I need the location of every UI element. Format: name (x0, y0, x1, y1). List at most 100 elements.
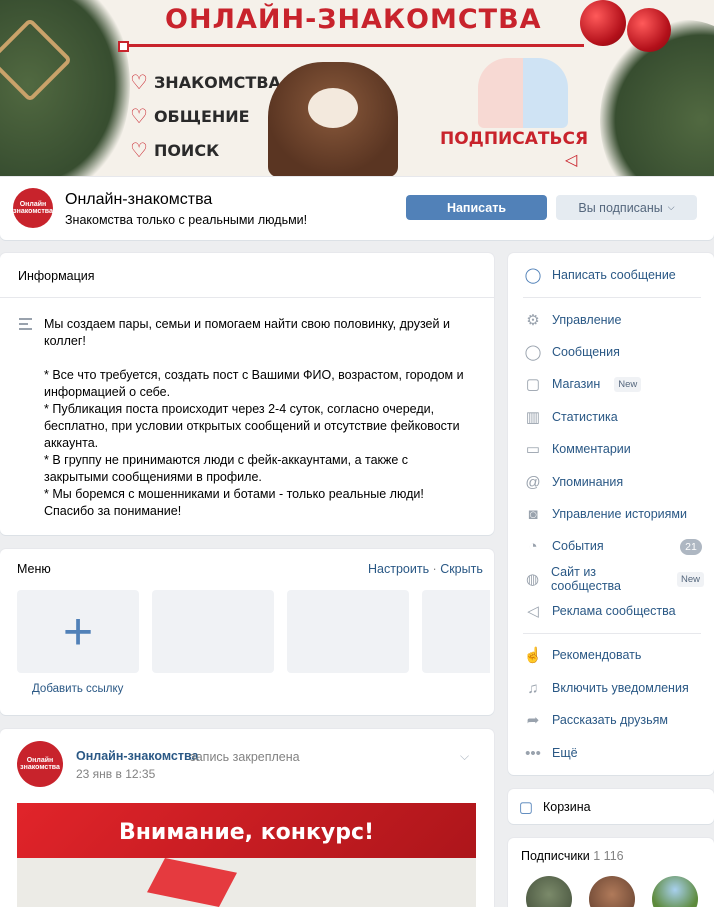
nav-notifications[interactable]: ♫ Включить уведомления (524, 677, 704, 699)
group-name: Онлайн-знакомства (65, 191, 213, 208)
cover-feature: ♡ ОБЩЕНИЕ (130, 104, 250, 128)
menu-actions: Настроить · Скрыть (368, 562, 483, 576)
heart-icon: ♡ (130, 70, 148, 94)
post-date[interactable]: 23 янв в 12:35 (76, 767, 155, 781)
menu-separator: · (429, 562, 441, 576)
post-author-avatar[interactable]: Онлайн знакомства (17, 741, 63, 787)
subscribed-button[interactable]: Вы подписаны ⌵ (556, 195, 697, 220)
couple-illustration (478, 58, 568, 128)
new-badge: New (676, 571, 704, 587)
nav-label: Статистика (552, 410, 618, 424)
post-author[interactable]: Онлайн-знакомства (76, 749, 198, 763)
nav-label: Управление историями (552, 507, 688, 521)
divider (523, 297, 701, 298)
chevron-down-icon[interactable]: ⌵ (460, 749, 469, 764)
speech-bubble-icon: ◯ (524, 267, 542, 284)
menu-configure-link[interactable]: Настроить (368, 562, 429, 576)
nav-label: Рекомендовать (552, 648, 642, 662)
bell-icon: ♫ (527, 679, 539, 697)
subscribers-label: Подписчики (521, 849, 590, 863)
globe-icon: ◍ (525, 571, 540, 588)
nav-label: Управление (552, 313, 622, 327)
at-sign-icon: @ (525, 473, 541, 491)
menu-tile-empty (422, 590, 490, 673)
megaphone-icon: ◁ (527, 603, 539, 620)
nav-label: Сообщения (552, 345, 620, 359)
menu-tile-empty (152, 590, 274, 673)
info-description: Мы создаем пары, семьи и помогаем найти … (44, 317, 464, 518)
cover-feature: ♡ ЗНАКОМСТВА (130, 70, 281, 94)
nav-management[interactable]: ⚙ Управление (524, 309, 704, 331)
write-button[interactable]: Написать (406, 195, 547, 220)
nav-label: Магазин (552, 377, 601, 391)
cover-subscribe: ПОДПИСАТЬСЯ (440, 129, 589, 149)
arrow-icon: ◁ (565, 152, 578, 169)
events-count-badge: 21 (680, 539, 702, 555)
gear-icon: ⚙ (526, 312, 540, 329)
group-avatar[interactable]: Онлайн знакомства (13, 188, 53, 228)
ornament-ball (627, 8, 671, 52)
group-status: Знакомства только с реальными людьми! (65, 213, 308, 227)
nav-label: Ещё (552, 746, 578, 760)
chevron-down-icon: ⌵ (667, 202, 675, 212)
heart-icon: ♡ (130, 104, 148, 128)
new-badge: New (614, 376, 642, 392)
cart-link[interactable]: ▢ Корзина (517, 796, 697, 818)
add-link-label[interactable]: Добавить ссылку (32, 683, 123, 695)
share-arrow-icon: ➦ (526, 712, 540, 729)
nav-label: Сайт из сообщества (551, 565, 621, 593)
cover-image: ОНЛАЙН-ЗНАКОМСТВА ♡ ЗНАКОМСТВА ♡ ОБЩЕНИЕ ♡… (0, 0, 714, 177)
nav-label: Комментарии (552, 442, 631, 456)
cover-feature: ♡ ПОИСК (130, 138, 220, 162)
nav-more[interactable]: ••• Ещё (524, 742, 704, 764)
shopping-bag-icon: ▢ (518, 799, 534, 816)
description-icon (19, 318, 32, 333)
plus-icon[interactable]: + (17, 590, 139, 673)
cart-label: Корзина (543, 800, 591, 814)
nav-ads[interactable]: ◁ Реклама сообщества (524, 600, 704, 622)
nav-messages[interactable]: ◯ Сообщения (524, 341, 704, 363)
comment-icon: ▭ (525, 441, 541, 458)
nav-label: Упоминания (552, 475, 624, 489)
menu-tile-empty (287, 590, 409, 673)
nav-label: Реклама сообщества (552, 604, 676, 618)
ornament-ball (580, 0, 626, 46)
post-image[interactable]: Внимание, конкурс! (17, 803, 476, 907)
nav-events[interactable]: ◔ События (524, 535, 704, 557)
heart-icon: ♡ (130, 138, 148, 162)
subscribers-title[interactable]: Подписчики 1 116 (521, 849, 624, 863)
nav-recommend[interactable]: ☝ Рекомендовать (524, 644, 704, 666)
menu-hide-link[interactable]: Скрыть (440, 562, 483, 576)
nav-shop[interactable]: ▢ Магазин New (524, 373, 704, 395)
nav-label: События (552, 539, 604, 553)
menu-title: Меню (17, 562, 51, 576)
shopping-bag-icon: ▢ (525, 376, 541, 393)
post-image-background (17, 858, 476, 907)
speech-bubble-icon: ◯ (524, 344, 542, 361)
info-title: Информация (18, 269, 95, 283)
nav-mentions[interactable]: @ Упоминания (524, 471, 704, 493)
thumbs-up-icon: ☝ (523, 647, 543, 664)
post-image-title: Внимание, конкурс! (118, 820, 375, 845)
nav-stories[interactable]: ◙ Управление историями (524, 503, 704, 525)
cover-title: ОНЛАЙН-ЗНАКОМСТВА (165, 4, 542, 35)
bar-chart-icon: ▥ (525, 409, 541, 426)
nav-comments[interactable]: ▭ Комментарии (524, 438, 704, 460)
divider (523, 633, 701, 634)
nav-label: Рассказать друзьям (552, 713, 669, 727)
subscribers-count: 1 116 (593, 849, 624, 863)
subscribed-label: Вы подписаны (578, 200, 663, 215)
nav-tell-friends[interactable]: ➦ Рассказать друзьям (524, 709, 704, 731)
camera-icon: ◙ (528, 505, 538, 523)
divider (0, 297, 494, 298)
nav-stats[interactable]: ▥ Статистика (524, 406, 704, 428)
nav-write-message[interactable]: ◯ Написать сообщение (524, 264, 704, 286)
nav-label: Включить уведомления (552, 681, 689, 695)
cover-divider (118, 41, 584, 52)
calendar-icon: ◔ (528, 537, 538, 555)
more-dots-icon: ••• (525, 744, 541, 762)
nav-label: Написать сообщение (552, 268, 676, 282)
cat-face (308, 88, 358, 128)
nav-site[interactable]: ◍ Сайт из сообщества New (524, 565, 704, 593)
post-pinned-label: запись закреплена (190, 750, 300, 764)
